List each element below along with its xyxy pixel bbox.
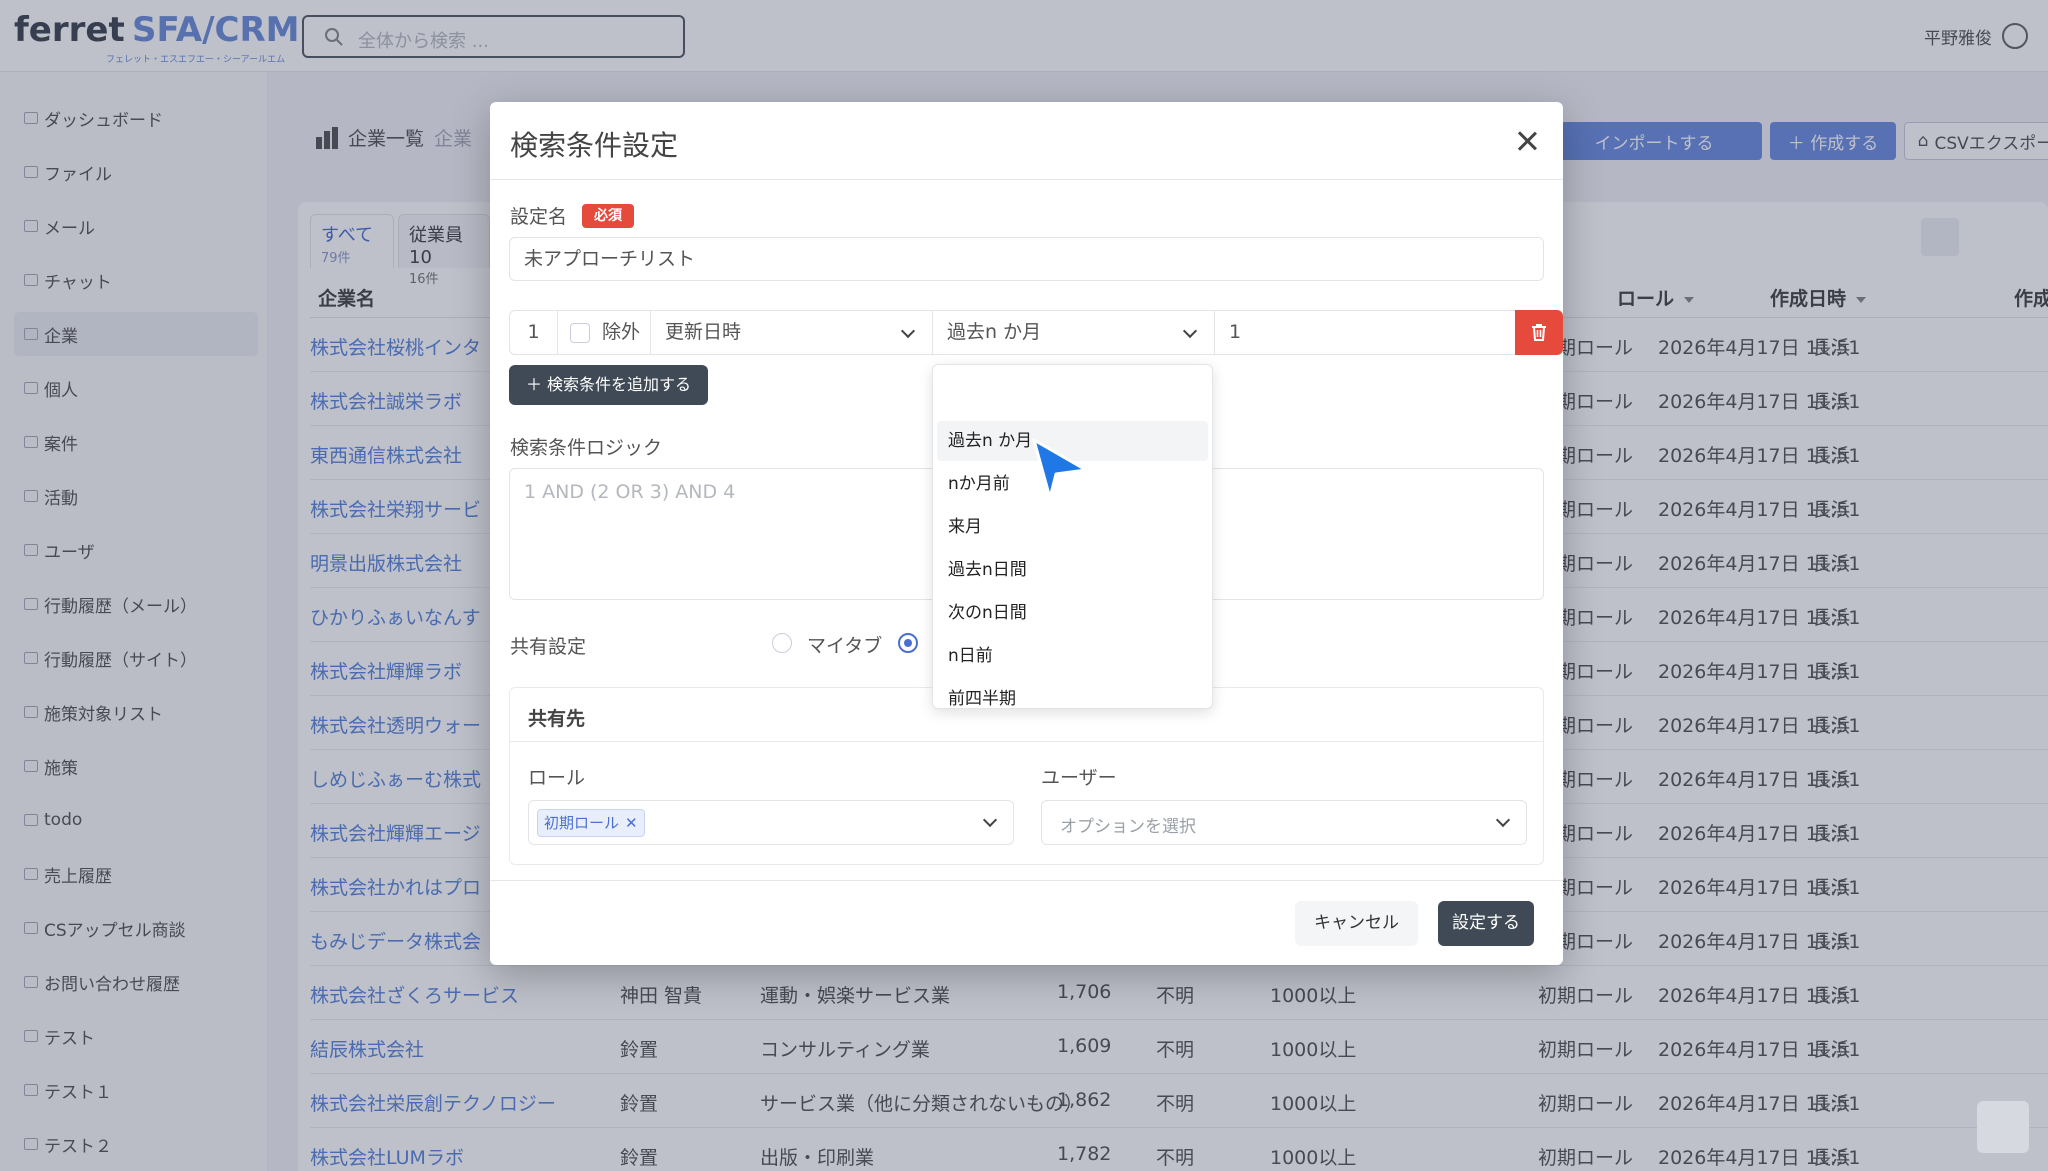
- setting-name-label: 設定名: [510, 206, 568, 228]
- logic-label: 検索条件ロジック: [510, 437, 663, 459]
- trash-icon: [1532, 324, 1546, 341]
- dropdown-option[interactable]: 来月: [937, 507, 1208, 547]
- condition-operator-select[interactable]: 過去n か月: [932, 311, 1214, 354]
- role-chip: 初期ロール ✕: [537, 809, 645, 837]
- chevron-down-icon: [1495, 812, 1511, 828]
- delete-condition-button[interactable]: [1515, 310, 1563, 355]
- share-option-mytab-radio[interactable]: [772, 633, 792, 653]
- user-multiselect[interactable]: オプションを選択: [1041, 800, 1527, 845]
- cancel-button[interactable]: キャンセル: [1295, 901, 1418, 946]
- modal-header: 検索条件設定: [490, 102, 1563, 180]
- add-condition-button[interactable]: ＋ 検索条件を追加する: [509, 365, 708, 405]
- required-badge: 必須: [582, 204, 634, 228]
- dropdown-option[interactable]: 過去n日間: [937, 550, 1208, 590]
- exclude-label: 除外: [602, 321, 641, 343]
- dropdown-option[interactable]: n日前: [937, 636, 1208, 676]
- remove-chip-icon[interactable]: ✕: [625, 810, 638, 836]
- operator-dropdown-menu: 過去n か月 nか月前 来月 過去n日間 次のn日間 n日前 前四半期: [932, 364, 1213, 709]
- role-label: ロール: [528, 767, 586, 789]
- modal-title: 検索条件設定: [510, 129, 679, 162]
- condition-value-input[interactable]: 1: [1214, 311, 1515, 354]
- condition-row: 1 除外 更新日時 過去n か月 1: [509, 310, 1563, 355]
- share-target-panel: 共有先 ロール 初期ロール ✕ ユーザー オプションを選択: [509, 687, 1544, 865]
- condition-operator-value: 過去n か月: [947, 321, 1042, 343]
- chevron-down-icon: [982, 812, 998, 828]
- arrow-cursor-icon: [1032, 438, 1088, 500]
- condition-field-value: 更新日時: [665, 321, 742, 343]
- submit-button[interactable]: 設定する: [1438, 901, 1534, 946]
- user-label: ユーザー: [1041, 767, 1117, 789]
- scroll-to-top-button[interactable]: [1977, 1101, 2029, 1153]
- chevron-down-icon: [900, 323, 916, 339]
- role-chip-label: 初期ロール: [544, 814, 620, 832]
- share-option-shared-radio[interactable]: [898, 633, 918, 653]
- condition-number: 1: [510, 311, 558, 354]
- condition-field-select[interactable]: 更新日時: [650, 311, 932, 354]
- exclude-checkbox[interactable]: [570, 323, 590, 343]
- logic-placeholder: 1 AND (2 OR 3) AND 4: [524, 481, 736, 503]
- dropdown-option[interactable]: 次のn日間: [937, 593, 1208, 633]
- share-option-mytab-label[interactable]: マイタブ: [807, 631, 882, 658]
- setting-name-input[interactable]: 未アプローチリスト: [509, 237, 1544, 281]
- close-icon[interactable]: [1512, 126, 1542, 156]
- role-multiselect[interactable]: 初期ロール ✕: [528, 800, 1014, 845]
- chevron-down-icon: [1182, 323, 1198, 339]
- share-setting-label: 共有設定: [510, 636, 587, 658]
- modal-footer-divider: [490, 880, 1563, 881]
- dropdown-option[interactable]: 前四半期: [937, 679, 1208, 708]
- user-select-placeholder: オプションを選択: [1060, 817, 1196, 837]
